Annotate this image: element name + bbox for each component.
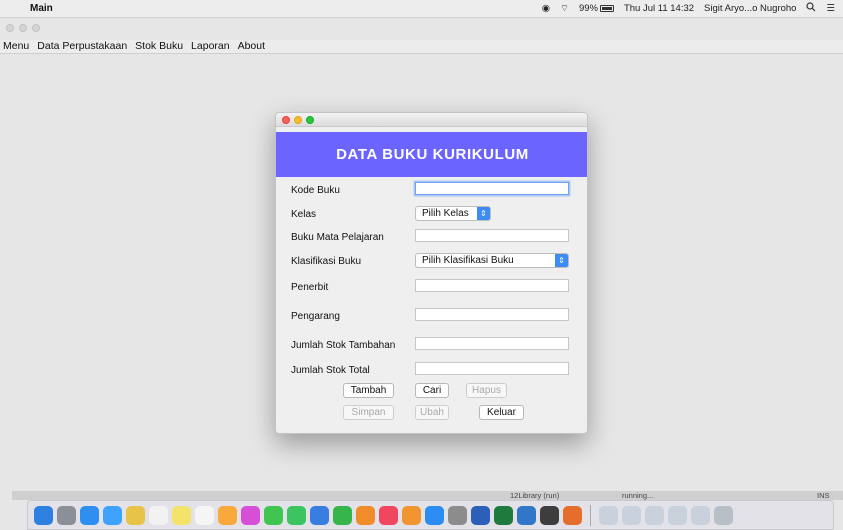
music-icon[interactable] (379, 505, 398, 525)
menu-item-stok-buku[interactable]: Stok Buku (135, 40, 183, 53)
wifi-icon[interactable]: ⌔ (560, 3, 569, 14)
kode-buku-label: Kode Buku (291, 185, 340, 196)
creative-cloud-icon[interactable]: ◉ (542, 3, 550, 14)
appstore-icon[interactable] (425, 505, 444, 525)
macos-menu-bar: Main ◉ ⌔ 99% Thu Jul 11 14:32 Sigit Aryo… (0, 0, 843, 18)
hapus-button[interactable]: Hapus (466, 383, 507, 398)
klasifikasi-select-value: Pilih Klasifikasi Buku (422, 255, 514, 266)
system-prefs-icon[interactable] (448, 505, 467, 525)
klasifikasi-chevron-icon: ⇕ (555, 254, 568, 267)
window-thumb-2[interactable] (622, 505, 641, 525)
menu-item-about[interactable]: About (238, 40, 265, 53)
active-app-name[interactable]: Main (30, 3, 53, 14)
stok-tambahan-input[interactable] (415, 337, 569, 350)
safari-icon[interactable] (80, 505, 99, 525)
main-minimize-button[interactable] (19, 24, 27, 32)
window-thumb-3[interactable] (645, 505, 664, 525)
notification-center-icon[interactable]: ☰ (826, 3, 835, 14)
stok-tambahan-label: Jumlah Stok Tambahan (291, 340, 396, 351)
klasifikasi-select[interactable]: Pilih Klasifikasi Buku ⇕ (415, 253, 569, 268)
pages-icon[interactable] (356, 505, 375, 525)
battery-percent: 99% (578, 3, 598, 14)
facetime-icon[interactable] (287, 505, 306, 525)
user-name[interactable]: Sigit Aryo...o Nugroho (704, 3, 796, 14)
kelas-select-value: Pilih Kelas (422, 208, 469, 219)
stok-total-label: Jumlah Stok Total (291, 365, 370, 376)
ubah-button[interactable]: Ubah (415, 405, 449, 420)
penerbit-input[interactable] (415, 279, 569, 292)
kelas-label: Kelas (291, 209, 317, 220)
dialog-window-controls (282, 116, 314, 124)
macos-dock (27, 500, 834, 530)
dialog-header-banner: DATA BUKU KURIKULUM (276, 132, 587, 177)
stok-total-input[interactable] (415, 362, 569, 375)
app-menu-bar: Menu Data Perpustakaan Stok Buku Laporan… (0, 40, 843, 54)
main-zoom-button[interactable] (32, 24, 40, 32)
klasifikasi-label: Klasifikasi Buku (291, 256, 362, 267)
dock-separator (590, 504, 591, 526)
menu-item-laporan[interactable]: Laporan (191, 40, 230, 53)
itunes-icon[interactable] (241, 505, 260, 525)
dialog-title: DATA BUKU KURIKULUM (336, 146, 529, 163)
menu-item-menu[interactable]: Menu (3, 40, 29, 53)
main-window-controls (6, 24, 40, 32)
dialog-close-button[interactable] (282, 116, 290, 124)
ide-status-bar: 12Library (run) running... INS (12, 491, 843, 500)
mata-pelajaran-input[interactable] (415, 229, 569, 242)
kelas-chevron-icon: ⇕ (477, 207, 490, 220)
kode-buku-input[interactable] (415, 182, 569, 195)
launchpad-icon[interactable] (57, 505, 76, 525)
numbers-icon[interactable] (333, 505, 352, 525)
tambah-button[interactable]: Tambah (343, 383, 394, 398)
menu-item-data-perpustakaan[interactable]: Data Perpustakaan (37, 40, 127, 53)
simpan-button[interactable]: Simpan (343, 405, 394, 420)
spotlight-search-icon[interactable] (806, 2, 816, 15)
java-icon[interactable] (563, 505, 582, 525)
trash-icon[interactable] (714, 505, 733, 525)
dialog-titlebar[interactable] (276, 113, 587, 127)
kelas-select[interactable]: Pilih Kelas ⇕ (415, 206, 491, 221)
window-thumb-4[interactable] (668, 505, 687, 525)
dialog-zoom-button[interactable] (306, 116, 314, 124)
photos-icon[interactable] (218, 505, 237, 525)
stickies-icon[interactable] (172, 505, 191, 525)
cari-button[interactable]: Cari (415, 383, 449, 398)
penerbit-label: Penerbit (291, 282, 329, 293)
finder-icon[interactable] (34, 505, 53, 525)
window-thumb-5[interactable] (691, 505, 710, 525)
keynote-icon[interactable] (310, 505, 329, 525)
messages-icon[interactable] (264, 505, 283, 525)
clock[interactable]: Thu Jul 11 14:32 (624, 3, 694, 14)
pengarang-input[interactable] (415, 308, 569, 321)
mata-pelajaran-label: Buku Mata Pelajaran (291, 232, 384, 243)
excel-icon[interactable] (494, 505, 513, 525)
status-menus: ◉ ⌔ 99% Thu Jul 11 14:32 Sigit Aryo...o … (542, 2, 843, 15)
battery-icon (599, 4, 614, 12)
virtualbox-icon[interactable] (517, 505, 536, 525)
quicktime-icon[interactable] (540, 505, 559, 525)
preview-icon[interactable] (103, 505, 122, 525)
calendar-icon[interactable] (149, 505, 168, 525)
pengarang-label: Pengarang (291, 311, 340, 322)
data-buku-kurikulum-dialog: DATA BUKU KURIKULUM Kode Buku Kelas Pili… (275, 112, 588, 434)
keluar-button[interactable]: Keluar (479, 405, 524, 420)
main-close-button[interactable] (6, 24, 14, 32)
notes-icon[interactable] (126, 505, 145, 525)
run-state-label: running... (622, 491, 654, 500)
run-project-label[interactable]: 12Library (run) (510, 491, 559, 500)
ibooks-icon[interactable] (402, 505, 421, 525)
battery-indicator[interactable]: 99% (579, 3, 614, 14)
window-thumb-1[interactable] (599, 505, 618, 525)
insert-mode-label: INS (817, 491, 830, 500)
dialog-minimize-button[interactable] (294, 116, 302, 124)
word-icon[interactable] (471, 505, 490, 525)
reminders-icon[interactable] (195, 505, 214, 525)
